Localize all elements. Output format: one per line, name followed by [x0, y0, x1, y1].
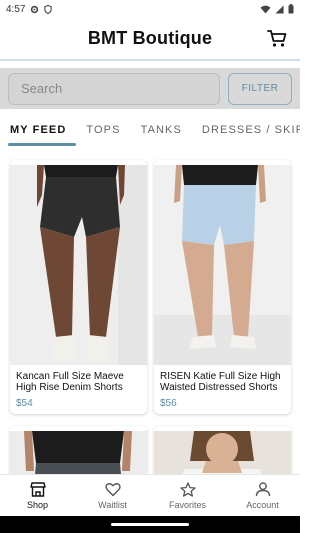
- product-card[interactable]: Kancan Full Size Maeve High Rise Denim S…: [10, 160, 147, 414]
- nav-waitlist[interactable]: Waitlist: [75, 475, 150, 516]
- shield-icon: [44, 4, 53, 14]
- nav-shop[interactable]: Shop: [0, 475, 75, 516]
- heart-icon: [104, 482, 121, 497]
- bottom-navigation: Shop Waitlist Favorites Account: [0, 474, 300, 516]
- filter-button[interactable]: FILTER: [228, 72, 292, 105]
- tab-tops[interactable]: TOPS: [76, 114, 130, 146]
- header-divider: [0, 59, 300, 61]
- category-tabs: MY FEED TOPS TANKS DRESSES / SKIRTS: [0, 114, 300, 146]
- settings-gear-icon: [30, 5, 39, 14]
- product-name: RISEN Katie Full Size High Waisted Distr…: [160, 371, 281, 393]
- product-image: [154, 165, 291, 365]
- product-image: [10, 165, 147, 365]
- battery-icon: [288, 4, 294, 14]
- product-price: $56: [160, 398, 177, 409]
- signal-icon: [275, 4, 284, 14]
- shop-icon: [29, 481, 46, 497]
- search-input[interactable]: Search: [8, 72, 220, 105]
- nav-waitlist-label: Waitlist: [98, 499, 127, 510]
- nav-favorites-label: Favorites: [168, 499, 206, 510]
- status-bar: 4:57: [0, 0, 300, 18]
- wifi-icon: [260, 5, 271, 14]
- product-price: $54: [16, 398, 33, 409]
- nav-account[interactable]: Account: [225, 475, 300, 516]
- cart-icon: [266, 27, 288, 49]
- nav-shop-label: Shop: [26, 499, 49, 510]
- cart-button[interactable]: [266, 27, 288, 49]
- tab-tanks[interactable]: TANKS: [131, 114, 192, 146]
- search-bar: Search FILTER: [0, 68, 300, 109]
- person-icon: [255, 481, 271, 497]
- page-title: BMT Boutique: [87, 27, 213, 48]
- search-placeholder: Search: [21, 81, 63, 96]
- star-icon: [179, 481, 196, 497]
- product-grid: Kancan Full Size Maeve High Rise Denim S…: [0, 160, 300, 486]
- nav-account-label: Account: [246, 499, 279, 510]
- product-name: Kancan Full Size Maeve High Rise Denim S…: [16, 371, 124, 393]
- product-card[interactable]: RISEN Katie Full Size High Waisted Distr…: [154, 160, 291, 414]
- tab-dresses-skirts[interactable]: DRESSES / SKIRTS: [192, 114, 300, 146]
- app-header: BMT Boutique: [0, 18, 300, 58]
- nav-favorites[interactable]: Favorites: [150, 475, 225, 516]
- system-navigation-bar: [0, 516, 300, 533]
- home-gesture-handle[interactable]: [111, 523, 189, 526]
- tab-my-feed[interactable]: MY FEED: [0, 114, 77, 146]
- status-time: 4:57: [6, 3, 26, 15]
